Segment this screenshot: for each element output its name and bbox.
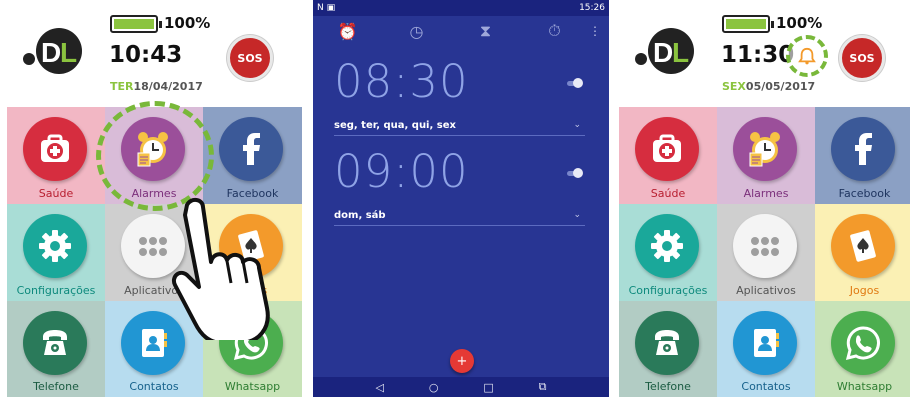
dl-logo-icon: D L [23,28,82,74]
first-aid-icon [635,117,699,181]
alarm-days: dom, sáb [334,210,386,221]
tab-alarm-icon[interactable]: ⏰ [338,22,358,41]
tile-facebook[interactable]: Facebook [815,107,910,204]
tile-label: Whatsapp [224,380,281,393]
divider [334,135,585,136]
clock-time: 11:30 [721,42,795,68]
battery-percent: 100% [776,14,823,32]
tile-label: Configurações [16,284,96,297]
alarm-item[interactable]: 09:00 dom, sáb ⌄ [313,145,609,230]
tile-label: Facebook [838,187,891,200]
svg-text:L: L [60,37,77,68]
tile-telefone[interactable]: Telefone [619,301,717,397]
gear-icon [635,214,699,278]
tile-label: Alarmes [743,187,789,200]
day-of-week: SEX [722,80,746,93]
tile-whatsapp[interactable]: Whatsapp [815,301,910,397]
sos-button[interactable]: SOS [839,35,885,81]
tile-label: Saúde [38,187,74,200]
svg-text:D: D [41,37,61,68]
apps-grid-icon [733,214,797,278]
home-header: D L 100% 11:30 SEX05/05/2017 SOS [619,0,910,107]
clock-app-screen: N ▣ 15:26 ⏰ ◷ ⧗ ⏱ ⋮ 08:30 seg, ter, qua,… [313,0,609,397]
tile-label: Configurações [628,284,708,297]
expand-chevron-icon[interactable]: ⌄ [573,210,581,220]
divider [334,225,585,226]
alarm-item[interactable]: 08:30 seg, ter, qua, qui, sex ⌄ [313,55,609,140]
day-of-week: TER [110,80,134,93]
sos-button[interactable]: SOS [227,35,273,81]
tile-jogos[interactable]: Jogos [815,204,910,301]
tile-label: Telefone [33,380,79,393]
status-time: 15:26 [579,3,605,13]
tile-configuracoes[interactable]: Configurações [619,204,717,301]
back-icon[interactable]: ◁ [375,381,383,394]
tab-stopwatch-icon[interactable]: ⏱ [547,21,563,40]
date-value: 05/05/2017 [745,80,816,93]
date-label: SEX05/05/2017 [722,80,815,93]
tab-timer-icon[interactable]: ⧗ [478,21,494,40]
playing-card-icon [831,214,895,278]
svg-text:L: L [672,37,689,68]
clock-time: 10:43 [109,42,183,68]
tile-telefone[interactable]: Telefone [7,301,105,397]
first-aid-icon [23,117,87,181]
whatsapp-icon [831,311,895,375]
tile-label: Saúde [650,187,686,200]
facebook-icon [831,117,895,181]
home-header: D L 100% 10:43 TER18/04/2017 SOS [7,0,302,107]
alarm-days: seg, ter, qua, qui, sex [334,120,456,131]
tile-facebook[interactable]: Facebook [203,107,302,204]
tile-label: Contatos [129,380,179,393]
tile-label: Telefone [645,380,691,393]
alarm-toggle[interactable] [567,168,583,178]
tab-clock-icon[interactable]: ◷ [409,22,425,41]
date-label: TER18/04/2017 [110,80,203,93]
alarm-clock-icon [733,117,797,181]
tile-saude[interactable]: Saúde [619,107,717,204]
notification-icon: N ▣ [317,3,336,13]
right-home-screen: D L 100% 11:30 SEX05/05/2017 SOS Saúde A… [619,0,910,397]
gear-icon [23,214,87,278]
android-nav-bar: ◁ ○ □ ⧉ [313,377,609,397]
add-alarm-button[interactable]: + [450,349,474,373]
battery-percent: 100% [164,14,211,32]
date-value: 18/04/2017 [133,80,203,93]
contacts-book-icon [733,311,797,375]
tile-aplicativos[interactable]: Aplicativos [717,204,815,301]
facebook-icon [219,117,283,181]
recents-icon[interactable]: □ [483,381,493,394]
pointing-hand-icon [172,198,270,340]
tile-label: Jogos [849,284,880,297]
status-bar: N ▣ 15:26 [313,0,609,16]
app-grid: Saúde Alarmes Facebook Configurações Apl… [619,107,910,397]
alarm-toggle[interactable] [567,78,583,88]
battery-icon [722,15,774,33]
dl-logo-icon: D L [635,28,694,74]
more-options-icon[interactable]: ⋮ [589,24,601,38]
expand-chevron-icon[interactable]: ⌄ [573,120,581,130]
alarm-time[interactable]: 08:30 [334,55,469,108]
clock-tabs: ⏰ ◷ ⧗ ⏱ ⋮ [313,16,609,46]
svg-text:D: D [653,37,673,68]
tile-configuracoes[interactable]: Configurações [7,204,105,301]
home-icon[interactable]: ○ [429,381,439,394]
battery-icon [110,15,162,33]
tile-alarmes[interactable]: Alarmes [717,107,815,204]
phone-icon [23,311,87,375]
left-home-screen: D L 100% 10:43 TER18/04/2017 SOS Saúde A… [7,0,302,397]
screenshot-icon[interactable]: ⧉ [539,380,547,394]
tile-contatos[interactable]: Contatos [717,301,815,397]
phone-icon [635,311,699,375]
tile-label: Whatsapp [836,380,893,393]
tile-label: Contatos [741,380,791,393]
tile-saude[interactable]: Saúde [7,107,105,204]
tile-label: Aplicativos [736,284,796,297]
alarm-time[interactable]: 09:00 [334,145,469,198]
alarm-bell-icon[interactable] [786,35,828,77]
